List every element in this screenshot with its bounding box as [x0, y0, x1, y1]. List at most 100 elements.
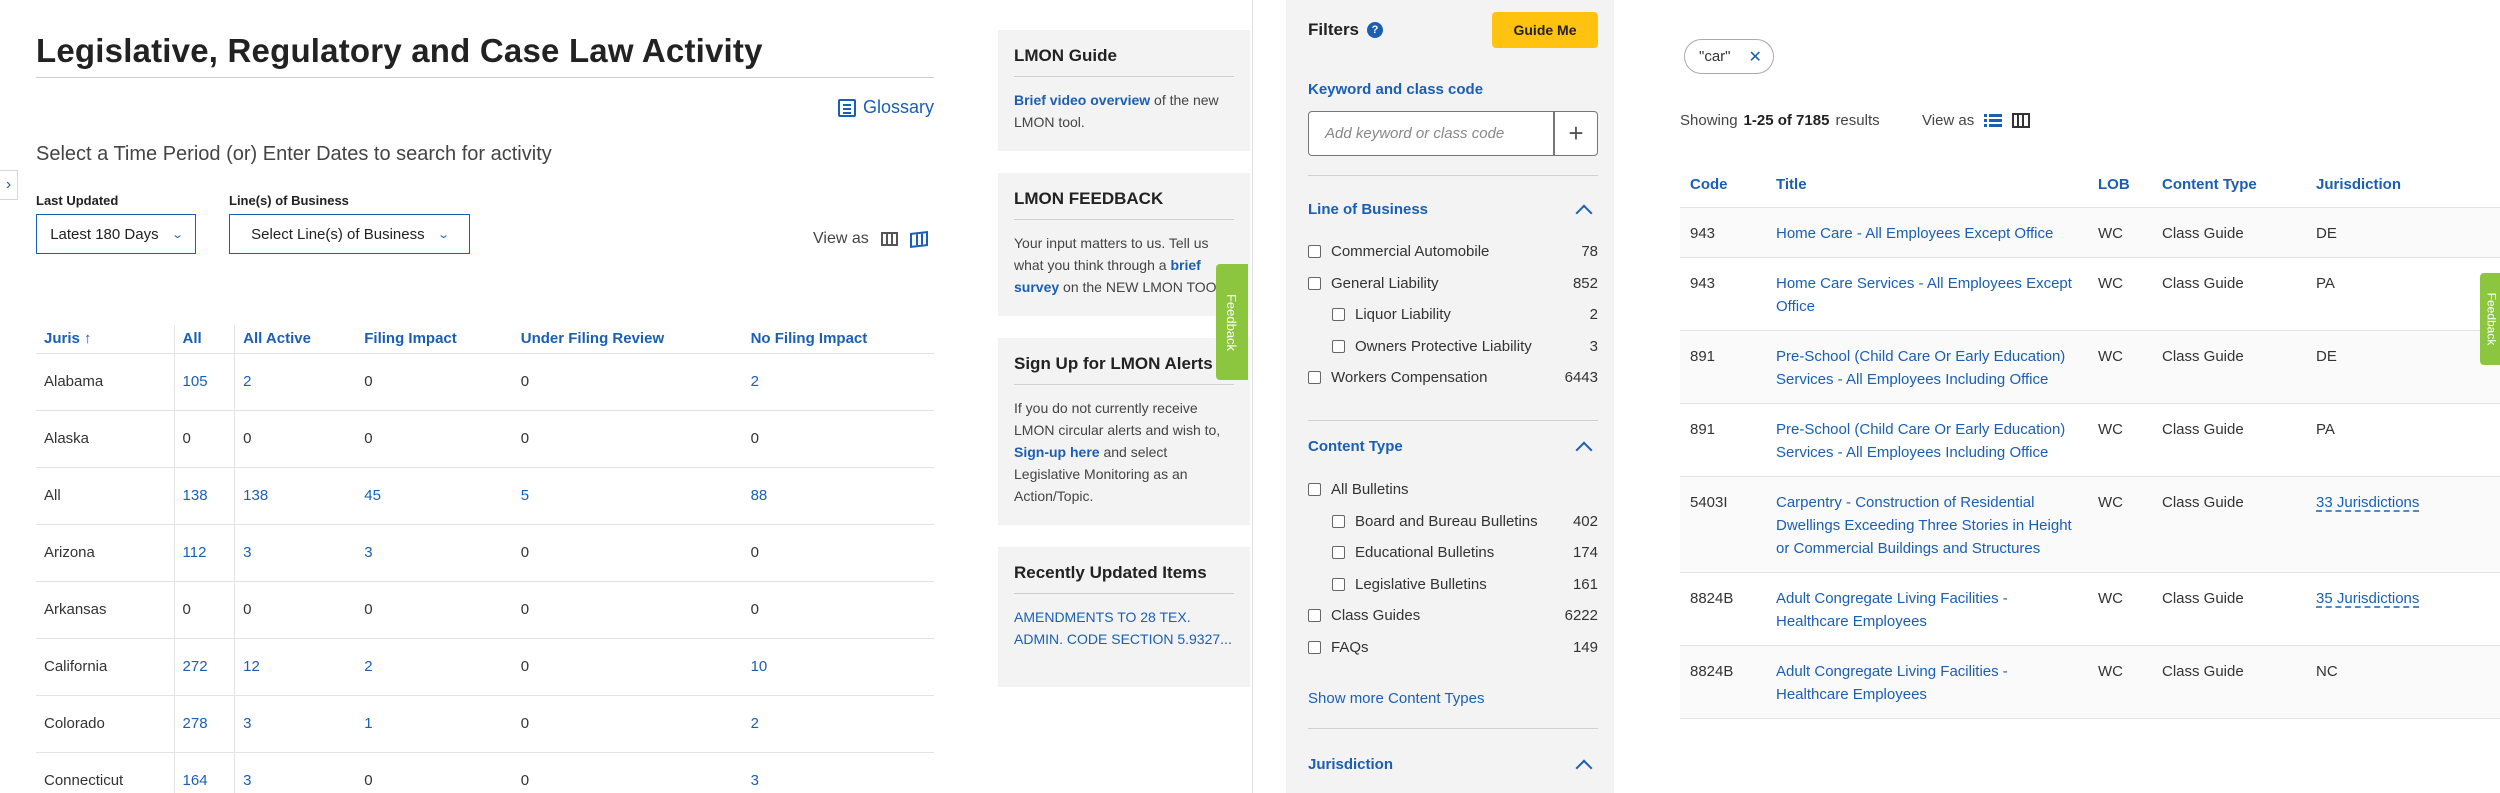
recent-items-card: Recently Updated Items AMENDMENTS TO 28 … — [998, 547, 1250, 687]
filter-option[interactable]: Liquor Liability 2 — [1332, 306, 1598, 323]
filter-option[interactable]: Class Guides 6222 — [1308, 607, 1598, 624]
guide-me-button[interactable]: Guide Me — [1492, 12, 1598, 48]
activity-count[interactable]: 3 — [234, 695, 357, 753]
search-term-chip[interactable]: "car" ✕ — [1684, 39, 1774, 74]
activity-count: 0 — [234, 581, 357, 639]
result-title-link[interactable]: Pre-School (Child Care Or Early Educatio… — [1766, 330, 2088, 404]
filter-option[interactable]: Workers Compensation 6443 — [1308, 369, 1598, 386]
result-title-link[interactable]: Pre-School (Child Care Or Early Educatio… — [1766, 403, 2088, 477]
activity-count[interactable]: 138 — [234, 467, 357, 525]
checkbox[interactable] — [1332, 577, 1345, 591]
lob-section-title[interactable]: Line of Business — [1308, 201, 1428, 218]
activity-count[interactable]: 138 — [174, 467, 236, 525]
feedback-tab[interactable]: Feedback — [1216, 264, 1248, 380]
filter-option[interactable]: Owners Protective Liability 3 — [1332, 338, 1598, 355]
checkbox[interactable] — [1308, 609, 1321, 622]
activity-count[interactable]: 164 — [174, 752, 236, 793]
col-filing-impact[interactable]: Filing Impact — [356, 325, 513, 354]
filter-option[interactable]: Educational Bulletins 174 — [1332, 544, 1598, 561]
last-updated-select[interactable]: Latest 180 Days ⌄ — [36, 214, 196, 254]
result-title-link[interactable]: Carpentry - Construction of Residential … — [1766, 476, 2088, 573]
activity-count[interactable]: 272 — [174, 638, 236, 696]
list-view-icon[interactable] — [1984, 114, 2003, 127]
col-code[interactable]: Code — [1680, 163, 1766, 208]
activity-count[interactable]: 2 — [742, 695, 934, 753]
activity-count[interactable]: 112 — [174, 524, 236, 582]
col-all[interactable]: All — [174, 325, 236, 354]
filter-option-label: Educational Bulletins — [1355, 544, 1495, 561]
chevron-up-icon[interactable] — [1575, 204, 1593, 222]
chevron-up-icon[interactable] — [1575, 441, 1593, 459]
video-overview-link[interactable]: Brief video overview — [1014, 92, 1150, 108]
col-title[interactable]: Title — [1766, 163, 2088, 208]
content-type-section-title[interactable]: Content Type — [1308, 438, 1403, 455]
activity-count[interactable]: 3 — [234, 752, 357, 793]
activity-count[interactable]: 3 — [742, 752, 934, 793]
col-lob[interactable]: LOB — [2088, 163, 2152, 208]
checkbox[interactable] — [1308, 371, 1321, 384]
feedback-tab-right[interactable]: Feedback — [2480, 273, 2500, 365]
activity-count[interactable]: 2 — [234, 353, 357, 411]
search-instructions: Select a Time Period (or) Enter Dates to… — [36, 143, 552, 165]
checkbox[interactable] — [1332, 514, 1345, 528]
activity-count[interactable]: 278 — [174, 695, 236, 753]
signup-link[interactable]: Sign-up here — [1014, 444, 1100, 460]
filter-option[interactable]: All Bulletins — [1308, 481, 1598, 498]
expand-sidebar-button[interactable]: › — [0, 170, 18, 200]
activity-count[interactable]: 3 — [356, 524, 513, 582]
recent-item-link[interactable]: AMENDMENTS TO 28 TEX. ADMIN. CODE SECTIO… — [1014, 606, 1234, 650]
glossary-link[interactable]: Glossary — [837, 97, 934, 118]
activity-count[interactable]: 5 — [512, 467, 743, 525]
checkbox[interactable] — [1332, 308, 1345, 321]
filter-option[interactable]: Commercial Automobile 78 — [1308, 243, 1598, 260]
lmon-alerts-card: Sign Up for LMON Alerts If you do not cu… — [998, 338, 1250, 525]
jurisdiction-activity-table: Juris ↑ All All Active Filing Impact Und… — [36, 325, 934, 793]
add-keyword-button[interactable]: + — [1554, 111, 1598, 156]
result-jurisdiction[interactable]: 33 Jurisdictions — [2306, 476, 2500, 573]
filter-option[interactable]: Legislative Bulletins 161 — [1332, 576, 1598, 593]
checkbox[interactable] — [1308, 640, 1321, 654]
chevron-up-icon[interactable] — [1575, 759, 1593, 777]
keyword-input[interactable]: Add keyword or class code — [1308, 111, 1554, 156]
panel-divider — [1252, 0, 1253, 793]
activity-count[interactable]: 3 — [234, 524, 357, 582]
filter-option-label: Liquor Liability — [1355, 306, 1451, 323]
col-all-active[interactable]: All Active — [234, 325, 357, 354]
filter-option[interactable]: FAQs 149 — [1308, 639, 1598, 656]
checkbox[interactable] — [1332, 546, 1345, 559]
jurisdiction-section-title[interactable]: Jurisdiction — [1308, 756, 1393, 773]
result-title-link[interactable]: Home Care Services - All Employees Excep… — [1766, 257, 2088, 331]
filter-option[interactable]: General Liability 852 — [1308, 275, 1598, 292]
map-view-icon[interactable] — [909, 230, 928, 248]
col-no-filing-impact[interactable]: No Filing Impact — [742, 325, 934, 354]
col-juris[interactable]: Juris ↑ — [36, 325, 175, 354]
checkbox[interactable] — [1308, 483, 1321, 496]
result-jurisdiction: PA — [2306, 257, 2500, 331]
result-title-link[interactable]: Adult Congregate Living Facilities - Hea… — [1766, 572, 2088, 646]
result-title-link[interactable]: Adult Congregate Living Facilities - Hea… — [1766, 645, 2088, 719]
activity-count[interactable]: 12 — [234, 638, 357, 696]
checkbox[interactable] — [1308, 276, 1321, 290]
col-under-filing-review[interactable]: Under Filing Review — [512, 325, 743, 354]
result-title-link[interactable]: Home Care - All Employees Except Office — [1766, 207, 2088, 258]
filter-option[interactable]: Board and Bureau Bulletins 402 — [1332, 513, 1598, 530]
activity-count[interactable]: 10 — [742, 638, 934, 696]
checkbox[interactable] — [1308, 245, 1321, 258]
activity-count[interactable]: 45 — [356, 467, 513, 525]
col-content-type[interactable]: Content Type — [2152, 163, 2306, 208]
activity-count[interactable]: 105 — [174, 353, 236, 411]
show-more-content-types-link[interactable]: Show more Content Types — [1308, 690, 1484, 707]
checkbox[interactable] — [1332, 339, 1345, 353]
result-jurisdiction[interactable]: 35 Jurisdictions — [2306, 572, 2500, 646]
col-jurisdiction[interactable]: Jurisdiction — [2306, 163, 2500, 208]
lob-select[interactable]: Select Line(s) of Business ⌄ — [229, 214, 470, 254]
activity-count[interactable]: 2 — [742, 353, 934, 411]
chip-label: "car" — [1699, 48, 1731, 65]
activity-count[interactable]: 88 — [742, 467, 934, 525]
activity-count[interactable]: 2 — [356, 638, 513, 696]
activity-count[interactable]: 1 — [356, 695, 513, 753]
table-view-icon[interactable] — [2012, 113, 2031, 128]
help-icon[interactable]: ? — [1367, 22, 1384, 38]
close-icon[interactable]: ✕ — [1749, 47, 1762, 67]
table-view-icon[interactable] — [880, 232, 898, 246]
